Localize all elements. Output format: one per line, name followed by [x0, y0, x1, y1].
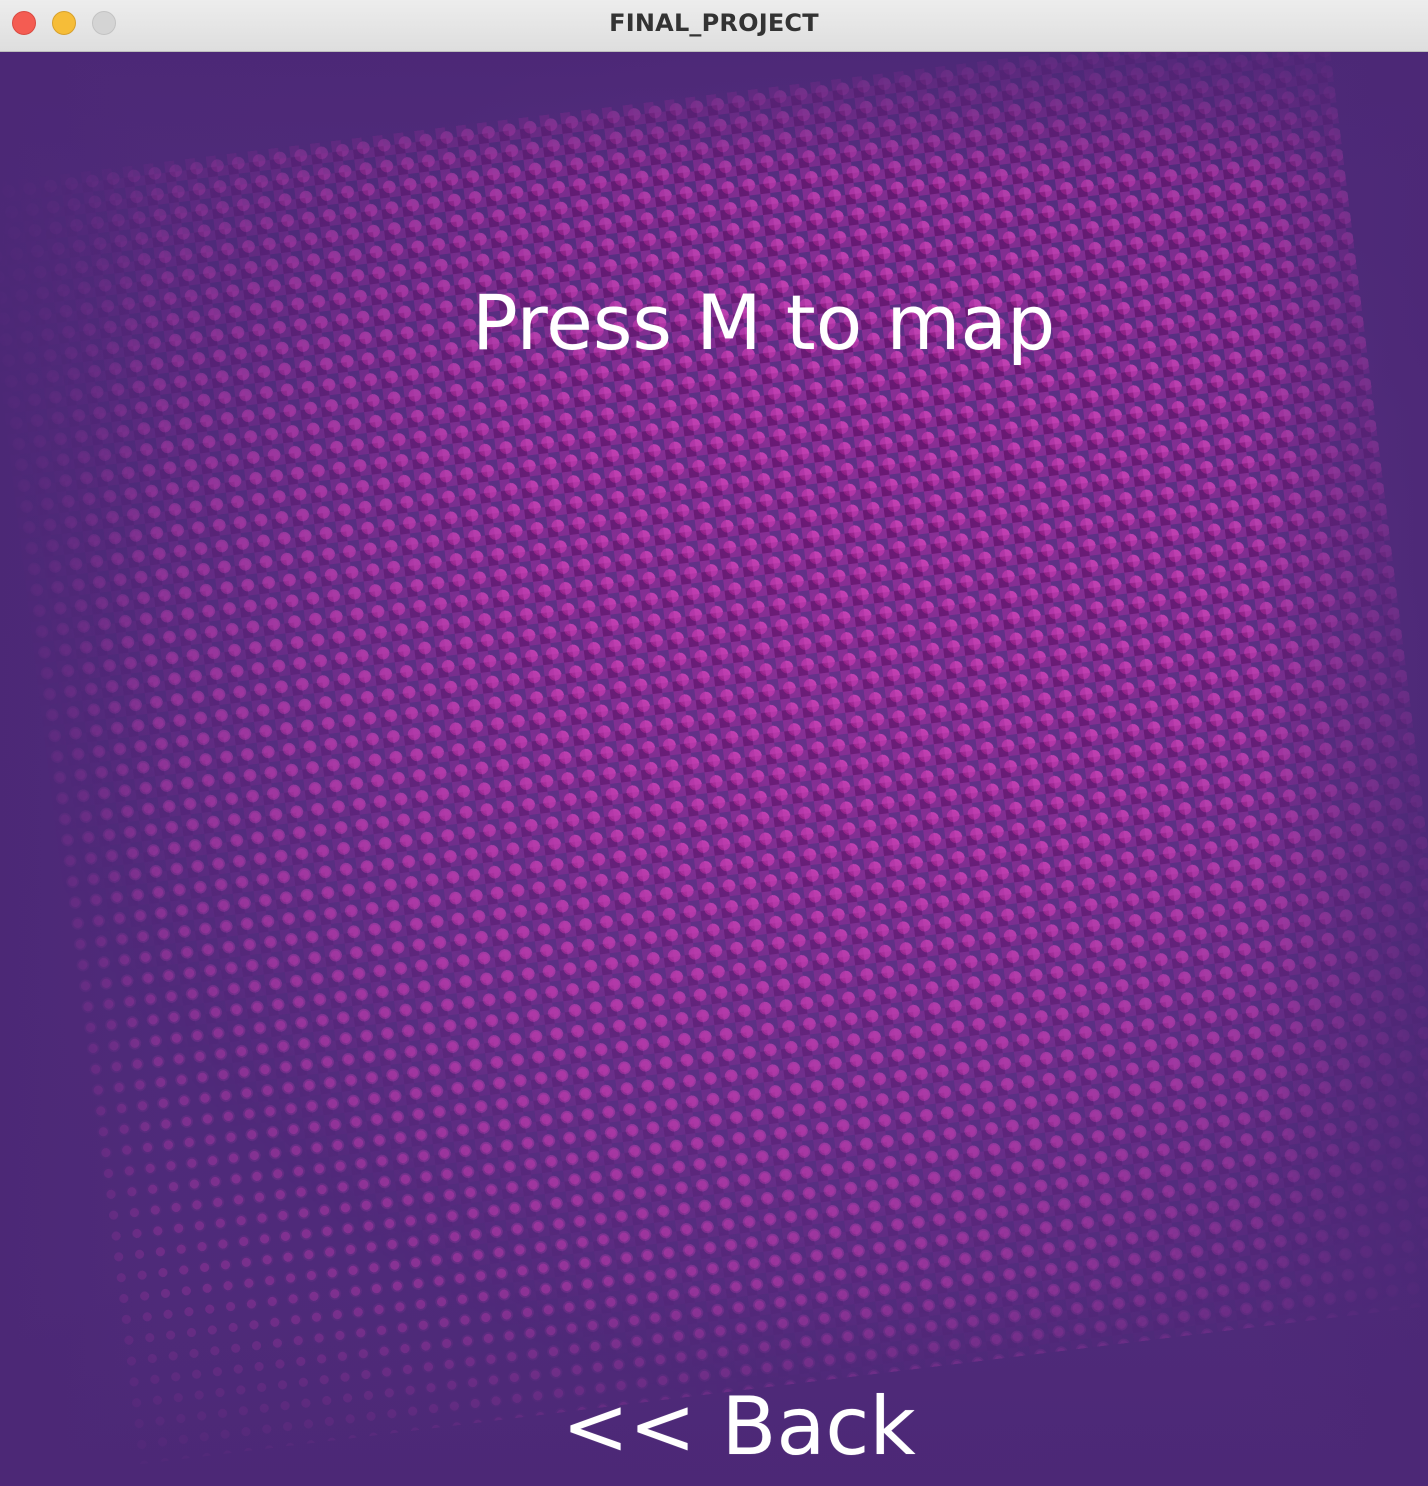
map-instruction-text: Press M to map [472, 278, 1056, 367]
back-button[interactable]: << Back [562, 1381, 916, 1473]
halftone-lower-pattern [0, 52, 1428, 1466]
window-title: FINAL_PROJECT [609, 9, 819, 37]
game-canvas[interactable]: Press M to map << Back [0, 52, 1428, 1486]
halftone-background [0, 52, 1428, 1466]
window-titlebar[interactable]: FINAL_PROJECT [0, 0, 1428, 52]
game-window: FINAL_PROJECT Press M to map << Back [0, 0, 1428, 1486]
